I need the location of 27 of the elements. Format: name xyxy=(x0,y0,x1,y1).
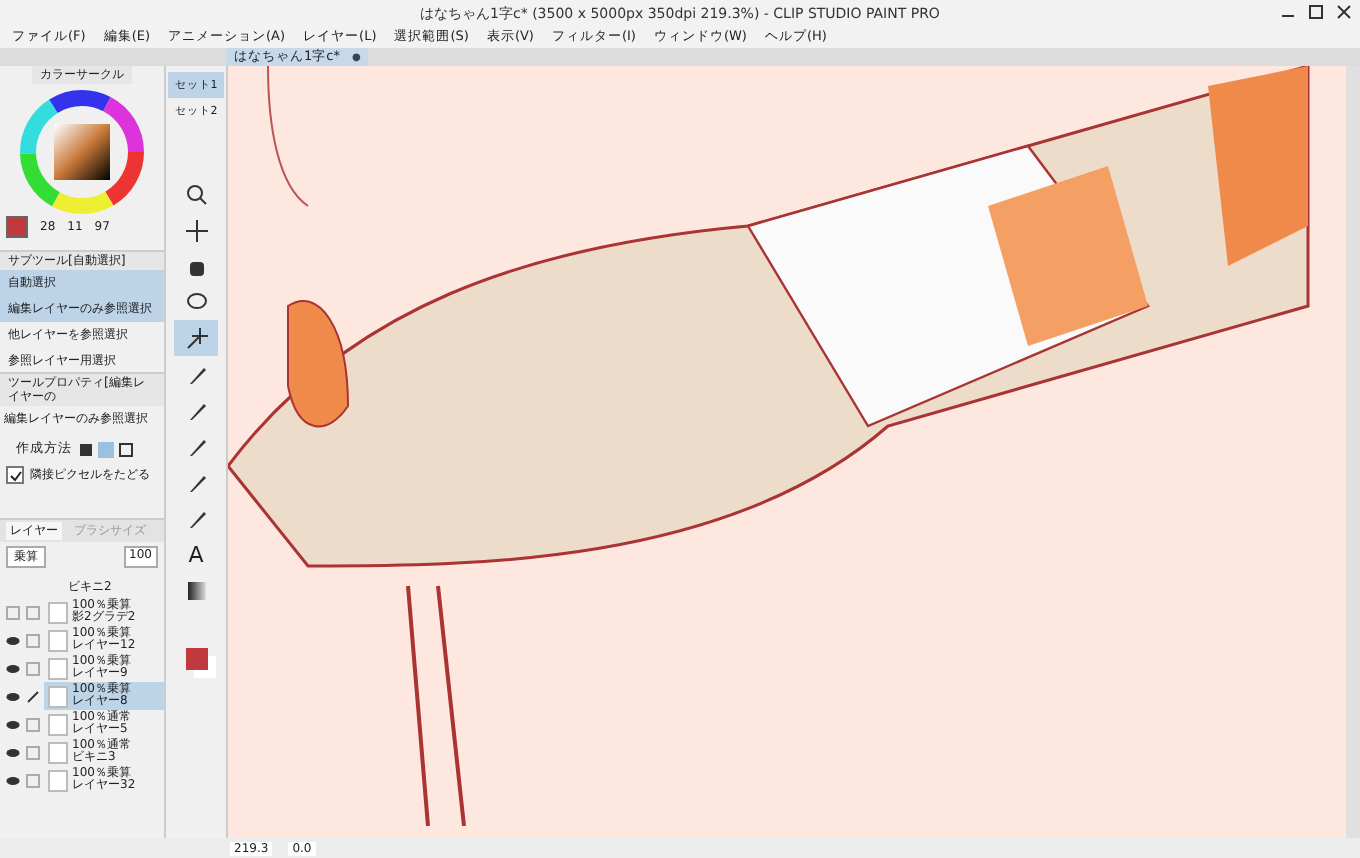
visibility-toggle[interactable] xyxy=(4,663,20,673)
edit-toggle[interactable] xyxy=(24,661,40,675)
vertical-scrollbar[interactable] xyxy=(1346,66,1360,838)
visibility-toggle[interactable] xyxy=(4,775,20,785)
magnifier-icon xyxy=(185,183,207,205)
close-icon[interactable] xyxy=(1336,4,1352,20)
visibility-toggle[interactable] xyxy=(4,605,20,619)
visibility-toggle[interactable] xyxy=(4,719,20,729)
edit-toggle[interactable] xyxy=(24,605,40,619)
magic-wand-icon xyxy=(185,327,207,349)
visibility-toggle[interactable] xyxy=(4,691,20,701)
gradient-icon xyxy=(185,579,207,601)
edit-toggle[interactable] xyxy=(24,689,40,703)
maximize-icon[interactable] xyxy=(1308,4,1324,20)
color-wheel[interactable] xyxy=(18,88,146,216)
lasso-icon xyxy=(185,291,207,313)
edit-toggle[interactable] xyxy=(24,717,40,731)
checkmark-icon xyxy=(9,469,21,481)
main-color-swatch[interactable] xyxy=(6,216,28,238)
wand-tool-button[interactable] xyxy=(174,320,218,356)
edit-toggle[interactable] xyxy=(24,633,40,647)
visibility-toggle[interactable] xyxy=(4,635,20,645)
edit-toggle[interactable] xyxy=(24,773,40,787)
text-tool-button[interactable]: A xyxy=(174,536,218,572)
edit-toggle[interactable] xyxy=(24,745,40,759)
color-swatch[interactable] xyxy=(185,648,207,670)
visibility-toggle[interactable] xyxy=(4,747,20,757)
